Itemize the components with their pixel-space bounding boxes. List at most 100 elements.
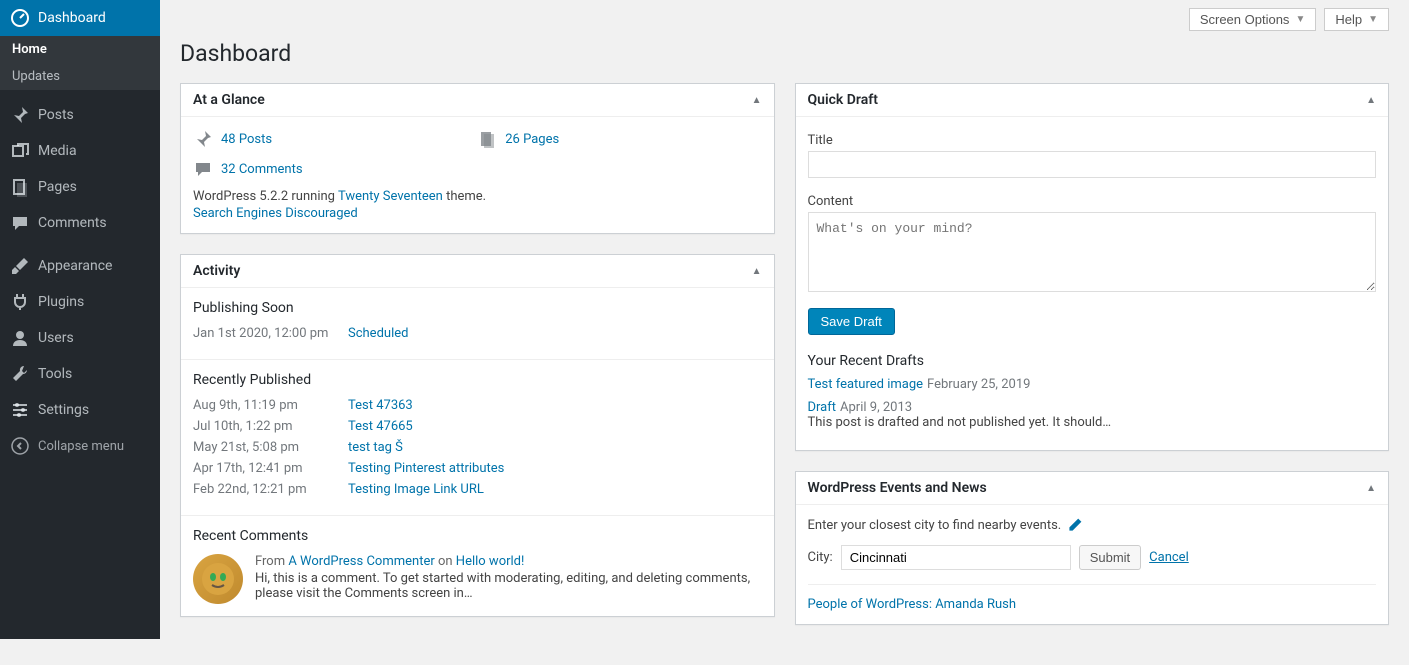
draft-link[interactable]: Test featured image [808, 377, 924, 392]
activity-widget: Activity ▲ Publishing Soon Jan 1st 2020,… [180, 254, 775, 617]
wrench-icon [10, 364, 30, 384]
collapse-icon [10, 436, 30, 456]
menu-label: Plugins [38, 294, 84, 310]
draft-content-textarea[interactable] [808, 212, 1377, 292]
content-label: Content [808, 194, 1377, 209]
published-row: May 21st, 5:08 pmtest tag Š [193, 440, 762, 455]
cancel-link[interactable]: Cancel [1149, 550, 1189, 565]
collapse-widget-icon[interactable]: ▲ [752, 95, 762, 106]
widget-title: Activity [193, 263, 240, 279]
submenu-home[interactable]: Home [0, 36, 160, 63]
from-text: From [255, 554, 288, 569]
comment-post-link[interactable]: Hello world! [456, 554, 525, 569]
recent-comments-heading: Recent Comments [193, 528, 762, 544]
help-label: Help [1335, 12, 1362, 27]
media-icon [10, 141, 30, 161]
widget-title: WordPress Events and News [808, 480, 987, 496]
pages-icon [477, 129, 497, 149]
post-date: Jul 10th, 1:22 pm [193, 419, 348, 434]
menu-settings[interactable]: Settings [0, 392, 160, 428]
pages-icon [10, 177, 30, 197]
submenu-updates[interactable]: Updates [0, 63, 160, 90]
publishing-soon-heading: Publishing Soon [193, 300, 762, 316]
draft-date: April 9, 2013 [840, 400, 912, 415]
theme-link[interactable]: Twenty Seventeen [338, 189, 443, 204]
collapse-widget-icon[interactable]: ▲ [1366, 483, 1376, 494]
comment-author-link[interactable]: A WordPress Commenter [288, 554, 434, 569]
events-prompt: Enter your closest city to find nearby e… [808, 518, 1062, 533]
widget-title: Quick Draft [808, 92, 878, 108]
draft-excerpt: This post is drafted and not published y… [808, 415, 1377, 430]
pages-count-link[interactable]: 26 Pages [505, 132, 559, 147]
draft-item: DraftApril 9, 2013 This post is drafted … [808, 400, 1377, 430]
chevron-down-icon: ▼ [1368, 14, 1378, 25]
published-row: Apr 17th, 12:41 pmTesting Pinterest attr… [193, 461, 762, 476]
menu-label: Tools [38, 366, 72, 382]
menu-users[interactable]: Users [0, 320, 160, 356]
save-draft-button[interactable]: Save Draft [808, 308, 895, 335]
brush-icon [10, 256, 30, 276]
post-date: Apr 17th, 12:41 pm [193, 461, 348, 476]
collapse-menu[interactable]: Collapse menu [0, 428, 160, 464]
menu-media[interactable]: Media [0, 133, 160, 169]
at-a-glance-widget: At a Glance ▲ 48 Posts 26 Pages [180, 83, 775, 234]
screen-options-button[interactable]: Screen Options ▼ [1189, 8, 1317, 31]
collapse-widget-icon[interactable]: ▲ [752, 266, 762, 277]
plug-icon [10, 292, 30, 312]
draft-link[interactable]: Draft [808, 400, 837, 415]
published-row: Feb 22nd, 12:21 pmTesting Image Link URL [193, 482, 762, 497]
draft-title-input[interactable] [808, 151, 1377, 178]
published-row: Aug 9th, 11:19 pmTest 47363 [193, 398, 762, 413]
screen-options-label: Screen Options [1200, 12, 1290, 27]
menu-tools[interactable]: Tools [0, 356, 160, 392]
title-label: Title [808, 133, 1377, 148]
menu-dashboard[interactable]: Dashboard [0, 0, 160, 36]
post-date: Jan 1st 2020, 12:00 pm [193, 326, 348, 341]
post-link[interactable]: Testing Image Link URL [348, 482, 484, 497]
quick-draft-widget: Quick Draft ▲ Title Content Save Draft Y… [795, 83, 1390, 451]
comments-count-link[interactable]: 32 Comments [221, 162, 303, 177]
dashboard-icon [10, 8, 30, 28]
edit-location-icon[interactable] [1067, 517, 1083, 533]
comment-icon [193, 159, 213, 179]
collapse-label: Collapse menu [38, 439, 124, 454]
collapse-widget-icon[interactable]: ▲ [1366, 95, 1376, 106]
posts-count-link[interactable]: 48 Posts [221, 132, 272, 147]
menu-label: Pages [38, 179, 77, 195]
wp-version-text: WordPress 5.2.2 running [193, 189, 338, 204]
help-button[interactable]: Help ▼ [1324, 8, 1389, 31]
submit-button[interactable]: Submit [1079, 545, 1141, 570]
city-input[interactable] [841, 545, 1071, 570]
sliders-icon [10, 400, 30, 420]
post-link[interactable]: Scheduled [348, 326, 408, 341]
city-label: City: [808, 550, 833, 565]
menu-comments[interactable]: Comments [0, 205, 160, 241]
post-date: May 21st, 5:08 pm [193, 440, 348, 455]
post-link[interactable]: test tag Š [348, 440, 403, 455]
post-link[interactable]: Test 47665 [348, 419, 413, 434]
news-link[interactable]: People of WordPress: Amanda Rush [808, 584, 1377, 612]
widget-title: At a Glance [193, 92, 265, 108]
main-content: Screen Options ▼ Help ▼ Dashboard At a Gla… [160, 0, 1409, 665]
draft-date: February 25, 2019 [927, 377, 1030, 392]
top-toolbar: Screen Options ▼ Help ▼ [180, 0, 1389, 31]
chevron-down-icon: ▼ [1295, 14, 1305, 25]
page-title: Dashboard [180, 31, 1389, 71]
events-news-widget: WordPress Events and News ▲ Enter your c… [795, 471, 1390, 625]
menu-posts[interactable]: Posts [0, 97, 160, 133]
post-link[interactable]: Test 47363 [348, 398, 413, 413]
post-link[interactable]: Testing Pinterest attributes [348, 461, 504, 476]
menu-label: Media [38, 143, 77, 159]
menu-pages[interactable]: Pages [0, 169, 160, 205]
draft-item: Test featured imageFebruary 25, 2019 [808, 377, 1377, 392]
post-date: Feb 22nd, 12:21 pm [193, 482, 348, 497]
menu-label: Posts [38, 107, 74, 123]
user-icon [10, 328, 30, 348]
avatar [193, 554, 243, 604]
menu-label: Settings [38, 402, 89, 418]
menu-label: Users [38, 330, 74, 346]
menu-appearance[interactable]: Appearance [0, 248, 160, 284]
scheduled-row: Jan 1st 2020, 12:00 pm Scheduled [193, 326, 762, 341]
search-discouraged-link[interactable]: Search Engines Discouraged [193, 206, 762, 221]
menu-plugins[interactable]: Plugins [0, 284, 160, 320]
